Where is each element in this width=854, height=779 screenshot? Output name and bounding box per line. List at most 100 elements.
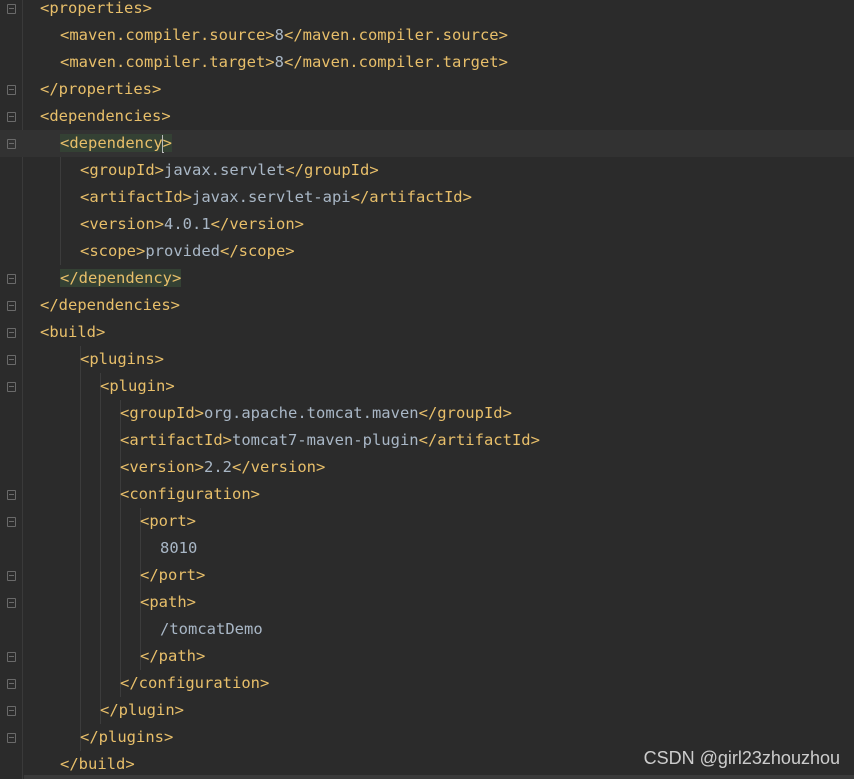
xml-tag: </maven.compiler.source> [283,26,508,44]
xml-tag: <version> [80,215,164,233]
fold-toggle-icon[interactable] [7,517,16,527]
code-line[interactable]: <properties> [0,0,854,22]
xml-tag: </maven.compiler.target> [283,53,508,71]
code-line[interactable]: </dependency> [0,265,854,292]
code-line-content: <plugin> [100,373,175,400]
fold-toggle-icon[interactable] [7,571,16,581]
xml-text: javax.servlet-api [191,188,351,206]
xml-text: 4.0.1 [164,215,211,233]
code-line-content: </plugins> [80,724,173,751]
fold-toggle-icon[interactable] [7,274,16,284]
code-line-content: <version>4.0.1</version> [80,211,304,238]
xml-text: org.apache.tomcat.maven [204,404,419,422]
code-line[interactable]: </plugin> [0,697,854,724]
code-line-content: <port> [140,508,196,535]
xml-tag: </scope> [219,242,295,260]
xml-tag: <port> [140,512,196,530]
code-line[interactable]: </plugins> [0,724,854,751]
xml-text: tomcat7-maven-plugin [231,431,419,449]
xml-tag: </version> [210,215,304,233]
code-line[interactable]: <configuration> [0,481,854,508]
xml-tag: </build> [60,755,135,773]
code-line-content: </dependency> [60,265,182,292]
code-line[interactable]: <port> [0,508,854,535]
xml-tag: <path> [140,593,196,611]
xml-tag: <maven.compiler.source> [60,26,275,44]
code-line-content: <groupId>javax.servlet</groupId> [80,157,379,184]
horizontal-scrollbar[interactable] [24,775,854,779]
code-line-content: <maven.compiler.target>8</maven.compiler… [60,49,508,76]
fold-toggle-icon[interactable] [7,139,16,149]
xml-text: javax.servlet [164,161,286,179]
xml-text: 8010 [160,539,198,557]
code-line[interactable]: <version>4.0.1</version> [0,211,854,238]
fold-toggle-icon[interactable] [7,598,16,608]
code-line[interactable]: <path> [0,589,854,616]
code-line-content: <dependency> [60,130,172,157]
xml-tag: <dependency [60,134,163,152]
code-line[interactable]: <version>2.2</version> [0,454,854,481]
code-line-content: <configuration> [120,481,260,508]
xml-tag: </port> [140,566,206,584]
xml-tag: <version> [120,458,204,476]
code-line[interactable]: <groupId>org.apache.tomcat.maven</groupI… [0,400,854,427]
code-line-content: <properties> [40,0,152,22]
code-line-content: <groupId>org.apache.tomcat.maven</groupI… [120,400,512,427]
code-line[interactable]: <maven.compiler.target>8</maven.compiler… [0,49,854,76]
xml-tag: </artifactId> [350,188,472,206]
xml-text: 8 [274,53,284,71]
code-line[interactable]: </properties> [0,76,854,103]
fold-toggle-icon[interactable] [7,490,16,500]
xml-tag: <configuration> [120,485,260,503]
fold-toggle-icon[interactable] [7,301,16,311]
fold-toggle-icon[interactable] [7,652,16,662]
fold-toggle-icon[interactable] [7,112,16,122]
code-line[interactable]: <scope>provided</scope> [0,238,854,265]
xml-tag: </plugins> [80,728,174,746]
code-line[interactable]: <artifactId>javax.servlet-api</artifactI… [0,184,854,211]
code-line[interactable]: </port> [0,562,854,589]
code-line-content: </configuration> [120,670,269,697]
fold-toggle-icon[interactable] [7,733,16,743]
xml-tag: </version> [232,458,326,476]
xml-tag: <dependencies> [40,107,171,125]
xml-tag: </properties> [40,80,162,98]
code-line[interactable]: </configuration> [0,670,854,697]
fold-toggle-icon[interactable] [7,355,16,365]
fold-toggle-icon[interactable] [7,679,16,689]
code-line-content: 8010 [160,535,197,562]
code-line[interactable]: <maven.compiler.source>8</maven.compiler… [0,22,854,49]
code-line[interactable]: <build> [0,319,854,346]
code-line-content: </build> [60,751,135,778]
code-line[interactable]: <groupId>javax.servlet</groupId> [0,157,854,184]
fold-toggle-icon[interactable] [7,706,16,716]
code-line[interactable]: /tomcatDemo [0,616,854,643]
code-line-content: <build> [40,319,105,346]
xml-tag: <build> [40,323,106,341]
fold-toggle-icon[interactable] [7,382,16,392]
code-line[interactable]: <dependencies> [0,103,854,130]
xml-text: /tomcatDemo [160,620,263,638]
xml-tag: <properties> [40,0,152,17]
fold-toggle-icon[interactable] [7,328,16,338]
watermark-label: CSDN @girl23zhouzhou [643,748,840,768]
code-line-content: </dependencies> [40,292,180,319]
xml-tag: </configuration> [120,674,270,692]
code-line[interactable]: <plugins> [0,346,854,373]
xml-tag: <plugins> [80,350,164,368]
code-line[interactable]: <dependency> [0,130,854,157]
code-line[interactable]: </path> [0,643,854,670]
xml-text: 2.2 [204,458,232,476]
xml-tag: <groupId> [80,161,164,179]
code-line[interactable]: <plugin> [0,373,854,400]
fold-toggle-icon[interactable] [7,85,16,95]
code-line-content: <version>2.2</version> [120,454,325,481]
fold-toggle-icon[interactable] [7,4,16,14]
code-line[interactable]: 8010 [0,535,854,562]
code-line[interactable]: <artifactId>tomcat7-maven-plugin</artifa… [0,427,854,454]
code-line[interactable]: </dependencies> [0,292,854,319]
code-line-content: /tomcatDemo [160,616,263,643]
xml-text: 8 [274,26,284,44]
code-editor[interactable]: <properties> <maven.compiler.source>8</ma… [0,0,854,779]
code-line-content: </plugin> [100,697,184,724]
